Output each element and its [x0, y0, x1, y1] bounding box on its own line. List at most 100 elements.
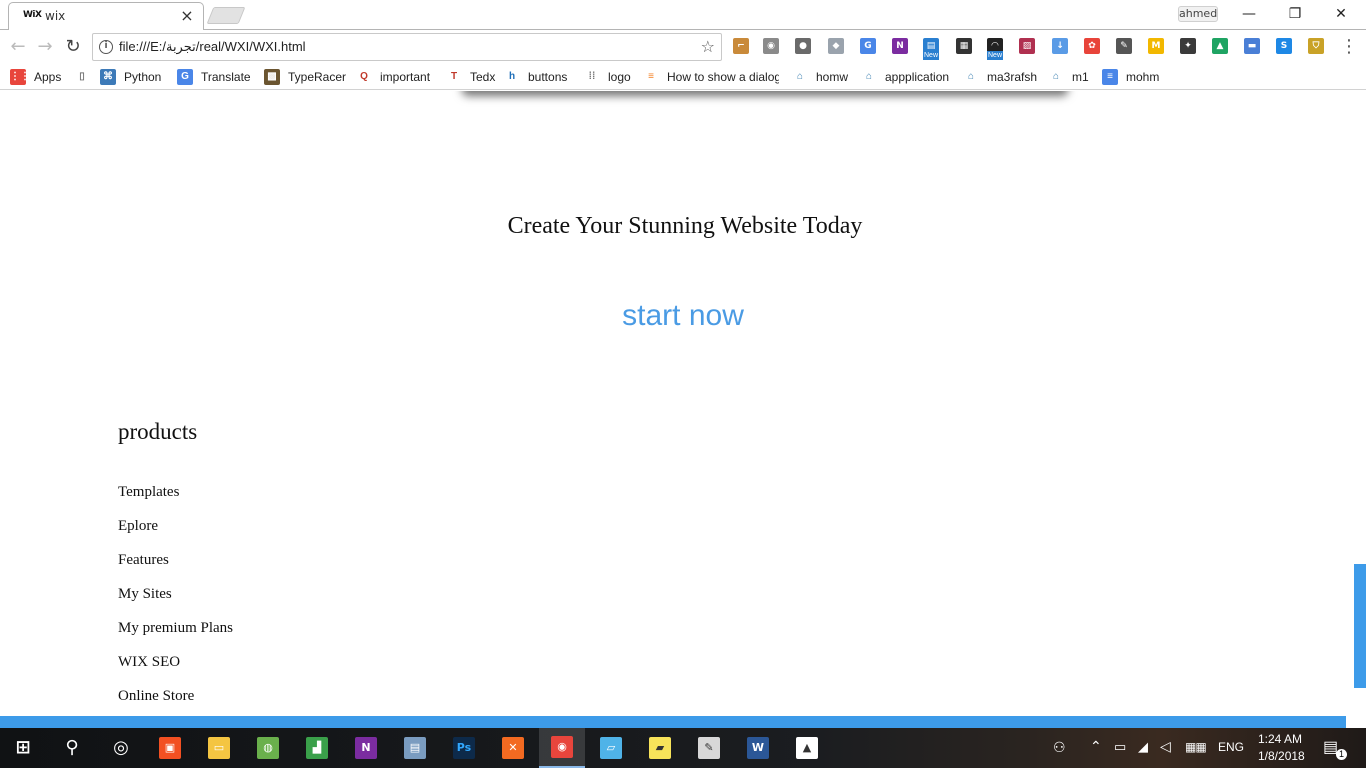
- translate-icon[interactable]: G: [860, 38, 876, 54]
- new-tab-button[interactable]: [206, 7, 246, 24]
- profile-button[interactable]: ahmed: [1178, 6, 1218, 22]
- taskbar-app[interactable]: ▟: [294, 728, 340, 768]
- clock-time[interactable]: 1:24 AM: [1258, 732, 1302, 746]
- footer-link-templates[interactable]: Templates: [118, 483, 233, 517]
- bookmark-label: buttons: [528, 70, 568, 84]
- language-indicator[interactable]: ENG: [1218, 740, 1244, 754]
- bulb-icon[interactable]: ●: [795, 38, 811, 54]
- evernote-icon[interactable]: ✦: [1180, 38, 1196, 54]
- bookmark-label: ma3rafsh: [987, 70, 1038, 84]
- folder-icon[interactable]: ▬: [1244, 38, 1260, 54]
- volume-icon[interactable]: ◁: [1160, 738, 1171, 755]
- chart-app-icon: ▟: [306, 737, 328, 759]
- bookmark-label: important: [380, 70, 431, 84]
- bookmark-item[interactable]: ▩ TypeRacer: [264, 68, 352, 86]
- bookmark-label: Tedx: [470, 70, 496, 84]
- m-icon[interactable]: M: [1148, 38, 1164, 54]
- bookmarks-bar: ⋮⋮ Apps ▯ ⌘ Python G Translate ▩ TypeRacer Qimpor…: [0, 64, 1366, 90]
- taskbar-app[interactable]: ◍: [245, 728, 291, 768]
- taskbar-app[interactable]: ▰: [637, 728, 683, 768]
- taskbar-app[interactable]: ◉: [539, 728, 585, 768]
- scrollbar-thumb[interactable]: [1354, 564, 1366, 688]
- bookmark-item[interactable]: ⁞⁞ logo: [584, 68, 640, 86]
- bookmark-item[interactable]: ≡ mohm: [1102, 68, 1166, 86]
- taskbar-app[interactable]: ▱: [588, 728, 634, 768]
- shield-icon[interactable]: ⛉: [1308, 38, 1324, 54]
- windows-taskbar: ⊞ ⚲ ◎ ▣ ▭ ◍ ▟ N ▤ Ps ✕ ◉ ▱ ▰ ✎ W ▲ ⚇ ⌃ ▭ ◢ ◁ ▦▦ ENG 1:24…: [0, 728, 1366, 768]
- s-icon[interactable]: S: [1276, 38, 1292, 54]
- people-icon[interactable]: ⚇: [1053, 739, 1066, 756]
- ruler-icon[interactable]: ⌐: [733, 38, 749, 54]
- bookmark-item[interactable]: ⋮⋮ Apps: [10, 68, 70, 86]
- bookmark-item[interactable]: ⌂ m1: [1048, 68, 1096, 86]
- footer-link-wix-seo[interactable]: WIX SEO: [118, 653, 233, 687]
- taskbar-app[interactable]: ⊞: [0, 728, 46, 768]
- bookmark-label: logo: [608, 70, 631, 84]
- taskbar-app[interactable]: ▲: [784, 728, 830, 768]
- clock-date[interactable]: 1/8/2018: [1258, 749, 1305, 763]
- taskbar-app[interactable]: ✕: [490, 728, 536, 768]
- back-button[interactable]: ←: [7, 36, 29, 58]
- bookmark-label: Apps: [34, 70, 62, 84]
- footer-link-my-sites[interactable]: My Sites: [118, 585, 233, 619]
- address-bar[interactable]: i file:///E:/تجربة/real/WXI/WXI.html ☆: [92, 33, 722, 61]
- photoshop-icon: Ps: [453, 737, 475, 759]
- bookmark-item[interactable]: ⌘ Python: [100, 68, 172, 86]
- bookmark-item[interactable]: h buttons: [504, 68, 580, 86]
- bookmark-star-icon[interactable]: ☆: [701, 37, 715, 56]
- bookmark-item[interactable]: ⌂ appplication: [861, 68, 957, 86]
- tab-wix[interactable]: WiX wix ×: [8, 2, 204, 30]
- reload-button[interactable]: ↻: [62, 36, 84, 58]
- chrome-menu-icon[interactable]: ⋮: [1340, 37, 1358, 57]
- keyboard-icon[interactable]: ▦▦: [1185, 740, 1207, 754]
- restore-button[interactable]: ❐: [1272, 0, 1318, 28]
- footer-link-premium-plans[interactable]: My premium Plans: [118, 619, 233, 653]
- film-icon[interactable]: ▦: [956, 38, 972, 54]
- forward-button[interactable]: →: [34, 36, 56, 58]
- footer-link-features[interactable]: Features: [118, 551, 233, 585]
- download-icon[interactable]: ↓: [1052, 38, 1068, 54]
- bookmark-item[interactable]: G Translate: [177, 68, 261, 86]
- info-icon[interactable]: i: [99, 40, 113, 54]
- taskbar-app[interactable]: ▭: [196, 728, 242, 768]
- wifi-icon[interactable]: ◢: [1138, 739, 1148, 755]
- taskbar-app[interactable]: N: [343, 728, 389, 768]
- close-window-button[interactable]: ✕: [1318, 0, 1364, 28]
- quora-icon: Q: [360, 71, 368, 82]
- taskbar-app[interactable]: ✎: [686, 728, 732, 768]
- taskbar-app[interactable]: W: [735, 728, 781, 768]
- bookmark-item[interactable]: T Tedx: [446, 68, 500, 86]
- footer-link-explore[interactable]: Eplore: [118, 517, 233, 551]
- taskbar-app[interactable]: ◎: [98, 728, 144, 768]
- bookmark-item[interactable]: ⌂ ma3rafsh: [963, 68, 1043, 86]
- taskbar-app[interactable]: ▣: [147, 728, 193, 768]
- drive-icon[interactable]: ▲: [1212, 38, 1228, 54]
- eyedropper-icon[interactable]: ✎: [1116, 38, 1132, 54]
- taskbar-app[interactable]: Ps: [441, 728, 487, 768]
- taskbar-app[interactable]: ⚲: [49, 728, 95, 768]
- show-hidden-icons-icon[interactable]: ⌃: [1090, 738, 1102, 755]
- typeracer-icon: ▩: [264, 69, 280, 85]
- notification-count-badge: 1: [1336, 749, 1347, 760]
- bookmark-item[interactable]: ▯: [74, 68, 94, 86]
- tab-close-icon[interactable]: ×: [179, 6, 195, 26]
- start-now-link[interactable]: start now: [0, 299, 1346, 333]
- bookmark-label: Python: [124, 70, 162, 84]
- hero-title: Create Your Stunning Website Today: [507, 213, 863, 239]
- taskbar-app[interactable]: ▤: [392, 728, 438, 768]
- dropbox-icon[interactable]: ◆: [828, 38, 844, 54]
- bookmark-item[interactable]: Qimportant: [356, 68, 442, 86]
- url-text[interactable]: file:///E:/تجربة/real/WXI/WXI.html: [119, 39, 306, 55]
- battery-icon[interactable]: ▭: [1114, 739, 1126, 755]
- bookmark-item[interactable]: ≡ How to show a dialog: [643, 68, 779, 86]
- picture-icon[interactable]: ▨: [1019, 38, 1035, 54]
- onenote-icon[interactable]: N: [892, 38, 908, 54]
- minimize-button[interactable]: —: [1226, 0, 1272, 28]
- search-icon: ⚲: [65, 737, 79, 758]
- dots-icon: ⁞⁞: [588, 71, 596, 82]
- color-wheel-icon[interactable]: ✿: [1084, 38, 1100, 54]
- uwc-icon: ⌂: [865, 71, 873, 82]
- bookmark-item[interactable]: ⌂ homw: [792, 68, 856, 86]
- camera-icon[interactable]: ◉: [763, 38, 779, 54]
- bookmark-label: How to show a dialog: [667, 70, 779, 84]
